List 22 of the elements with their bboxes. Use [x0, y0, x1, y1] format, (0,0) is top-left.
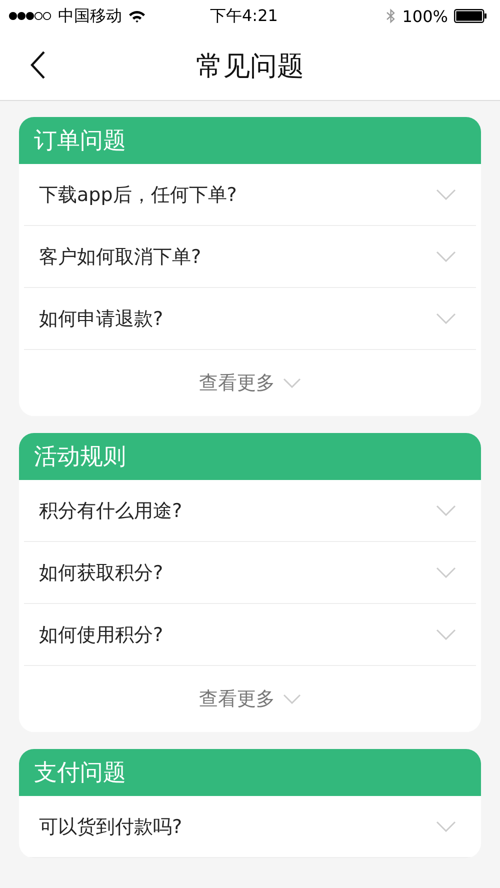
chevron-down-icon: [436, 567, 456, 578]
chevron-down-icon: [436, 251, 456, 262]
carrier-name: 中国移动: [58, 6, 122, 26]
section-header: 支付问题: [19, 749, 481, 796]
signal-icon: [8, 11, 52, 21]
back-button[interactable]: [30, 51, 46, 79]
section-header: 活动规则: [19, 433, 481, 480]
chevron-down-icon: [436, 821, 456, 832]
chevron-down-icon: [436, 189, 456, 200]
battery-icon: [454, 9, 488, 23]
chevron-down-icon: [283, 378, 301, 388]
back-icon: [30, 51, 46, 79]
bluetooth-icon: [386, 8, 396, 24]
battery-percent: 100%: [402, 6, 448, 26]
chevron-down-icon: [436, 505, 456, 516]
chevron-down-icon: [436, 629, 456, 640]
page-title: 常见问题: [196, 50, 304, 84]
section-header: 订单问题: [19, 117, 481, 164]
chevron-down-icon: [436, 313, 456, 324]
clock-time: 下午4:21: [210, 6, 278, 26]
wifi-icon: [128, 10, 146, 22]
chevron-down-icon: [283, 694, 301, 704]
